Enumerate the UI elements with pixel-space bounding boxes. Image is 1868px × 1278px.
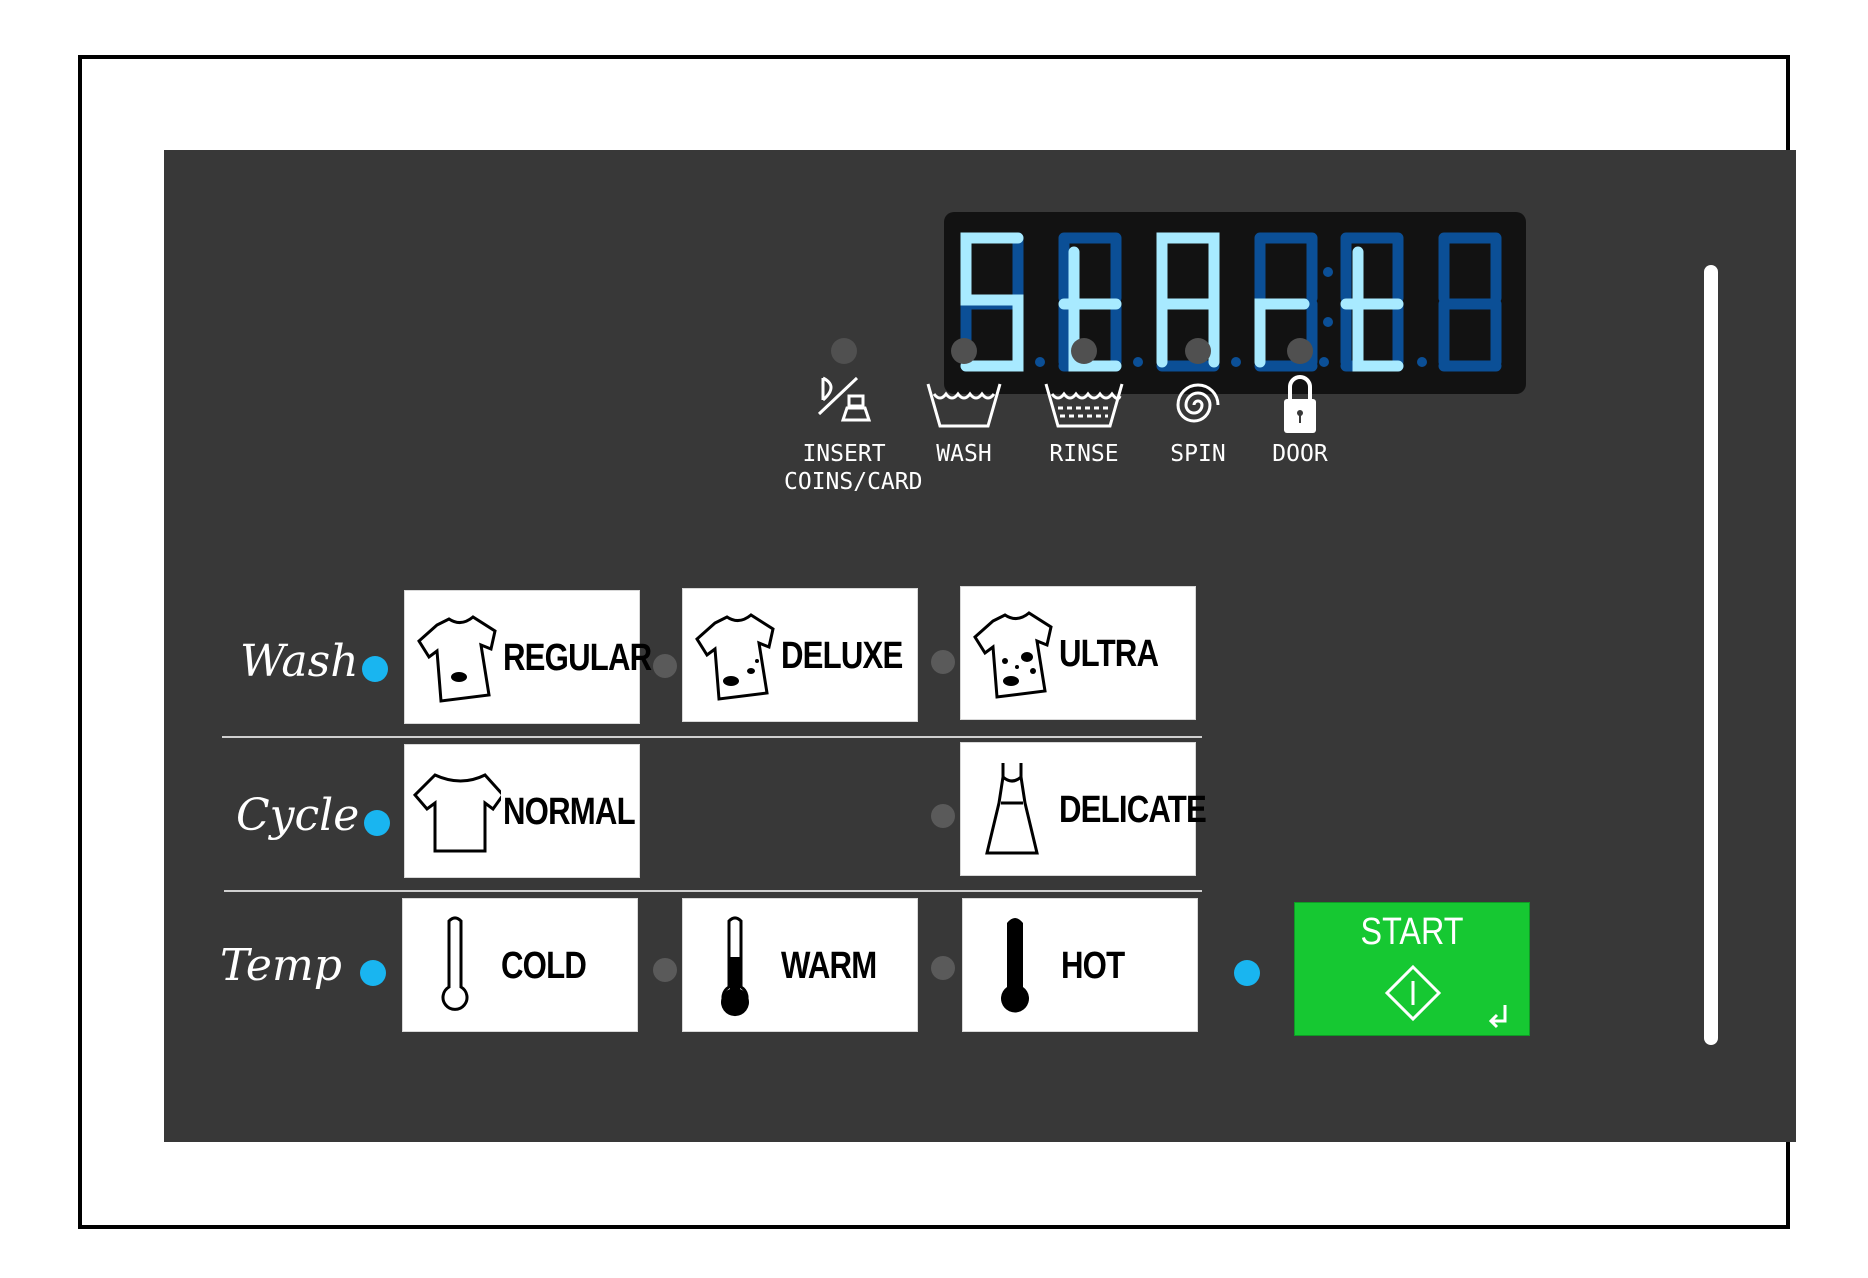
tshirt-light-stain-icon (417, 615, 497, 703)
temp-warm-button[interactable]: WARM (682, 898, 918, 1032)
normal-label: NORMAL (503, 790, 636, 833)
cycle-row-label: Cycle (236, 790, 360, 841)
coin-card-icon (784, 370, 904, 440)
ultra-label: ULTRA (1059, 632, 1159, 675)
wash-tub-icon (904, 370, 1024, 440)
wash-status-label: WASH (936, 441, 992, 467)
wash-row-label: Wash (240, 636, 359, 687)
regular-label: REGULAR (503, 636, 652, 679)
start-button[interactable]: START (1294, 902, 1530, 1036)
rinse-status-label: RINSE (1049, 441, 1119, 467)
tshirt-medium-stain-icon (695, 613, 775, 701)
hot-label: HOT (1061, 944, 1125, 987)
insert-coins-led (831, 338, 857, 364)
thermometer-cold-icon (441, 916, 469, 1011)
temp-warm-led (653, 958, 677, 982)
wash-ultra-button[interactable]: ULTRA (960, 586, 1196, 720)
delicate-label: DELICATE (1059, 788, 1207, 831)
deluxe-label: DELUXE (781, 634, 903, 677)
wash-regular-button[interactable]: REGULAR (404, 590, 652, 724)
row-divider (222, 736, 1202, 738)
wash-deluxe-button[interactable]: DELUXE (682, 588, 918, 722)
rinse-tub-icon (1024, 370, 1144, 440)
rinse-led (1071, 338, 1097, 364)
padlock-icon (1240, 370, 1360, 440)
warm-label: WARM (781, 944, 877, 987)
door-status-label: DOOR (1272, 441, 1328, 467)
temp-hot-led (931, 956, 955, 980)
wash-deluxe-led (653, 654, 677, 678)
status-rinse: RINSE (1024, 338, 1144, 468)
insert-label: INSERT (802, 441, 886, 467)
status-door: DOOR (1240, 338, 1360, 468)
card-slot (1704, 265, 1718, 1045)
temp-cold-button[interactable]: COLD (402, 898, 638, 1032)
wash-regular-led (362, 656, 388, 682)
temp-row-label: Temp (220, 940, 342, 991)
coins-card-label: COINS/CARD (784, 469, 923, 495)
cycle-normal-button[interactable]: NORMAL (404, 744, 640, 878)
tshirt-heavy-stain-icon (973, 611, 1053, 699)
temp-hot-button[interactable]: HOT (962, 898, 1198, 1032)
control-panel: INSERT COINS/CARD WASH RINSE SPIN DOOR W… (164, 150, 1796, 1142)
wash-led (951, 338, 977, 364)
wash-ultra-led (931, 650, 955, 674)
thermometer-warm-icon (721, 916, 749, 1017)
row-divider (224, 890, 1202, 892)
tshirt-icon (412, 773, 501, 853)
temp-cold-led (360, 960, 386, 986)
cycle-delicate-button[interactable]: DELICATE (960, 742, 1207, 876)
status-insert-coins: INSERT COINS/CARD (784, 338, 923, 496)
cycle-normal-led (364, 810, 390, 836)
start-diamond-icon (1384, 964, 1507, 1029)
status-wash: WASH (904, 338, 1024, 468)
start-led (1234, 960, 1260, 986)
dress-icon (985, 763, 1039, 855)
thermometer-hot-icon (1001, 918, 1029, 1013)
door-led (1287, 338, 1313, 364)
cold-label: COLD (501, 944, 587, 987)
cycle-delicate-led (931, 804, 955, 828)
spin-led (1185, 338, 1211, 364)
